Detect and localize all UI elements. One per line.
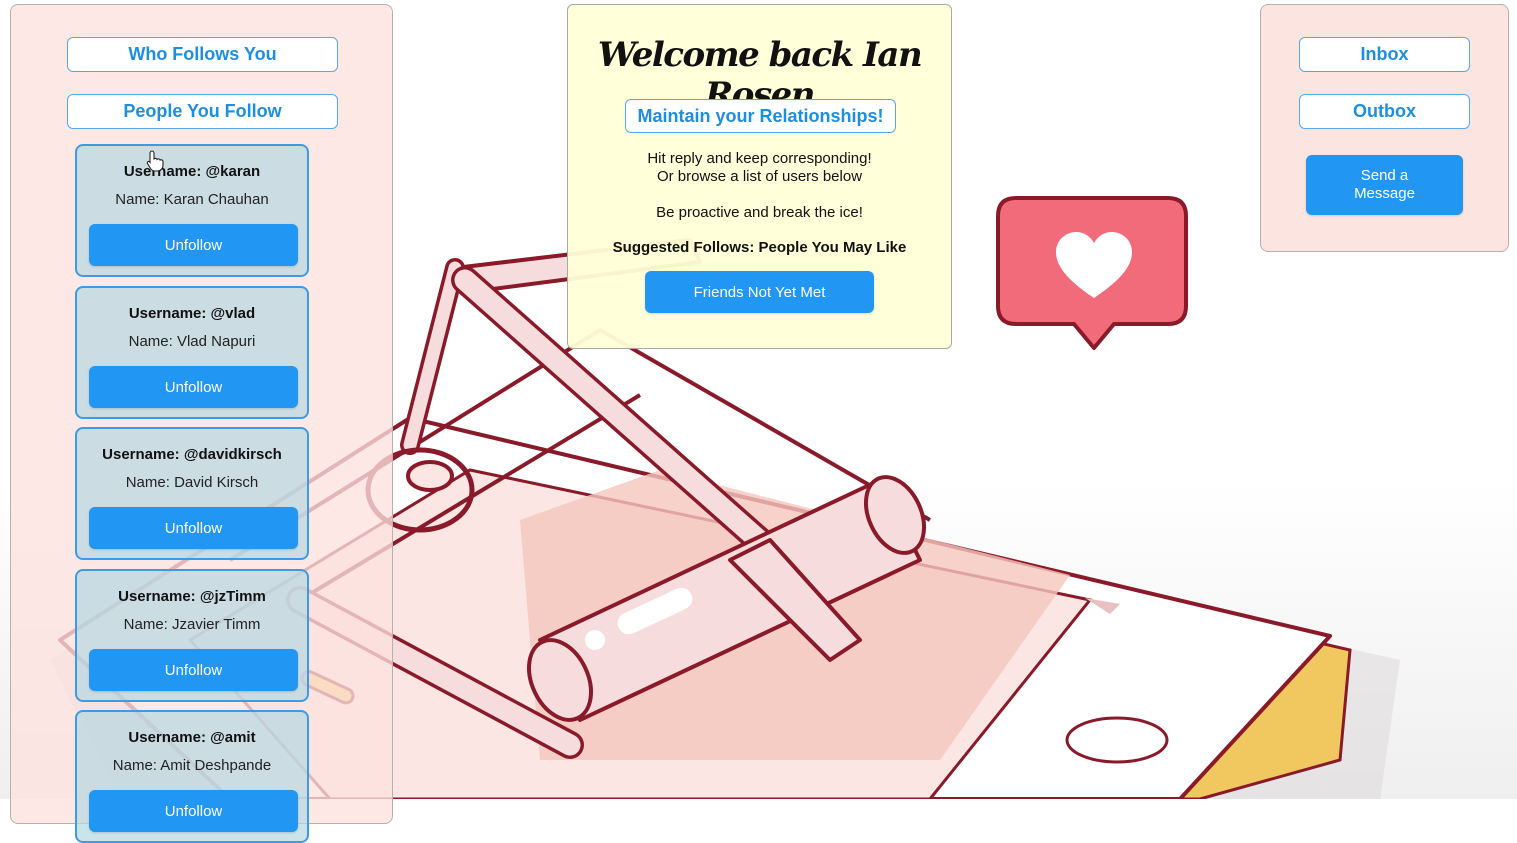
user-card: Username: @vlad Name: Vlad Napuri Unfoll… — [75, 286, 309, 419]
send-message-button[interactable]: Send a Message — [1306, 155, 1463, 215]
info-line: Hit reply and keep corresponding! — [647, 150, 872, 167]
username-label: Username: @jzTimm — [118, 588, 266, 605]
outbox-button[interactable]: Outbox — [1299, 94, 1470, 129]
user-card: Username: @davidkirsch Name: David Kirsc… — [75, 427, 309, 560]
name-label: Name: Vlad Napuri — [128, 333, 256, 350]
unfollow-button[interactable]: Unfollow — [89, 366, 298, 408]
user-card: Username: @jzTimm Name: Jzavier Timm Unf… — [75, 569, 309, 702]
send-message-label-line1: Send a — [1360, 167, 1409, 184]
unfollow-button[interactable]: Unfollow — [89, 790, 298, 832]
user-card: Username: @karan Name: Karan Chauhan Unf… — [75, 144, 309, 277]
name-label: Name: Amit Deshpande — [112, 757, 272, 774]
friends-not-yet-met-button[interactable]: Friends Not Yet Met — [645, 271, 874, 313]
hand-pointer-cursor — [146, 150, 164, 172]
info-line: Or browse a list of users below — [656, 168, 863, 185]
user-card: Username: @amit Name: Amit Deshpande Unf… — [75, 710, 309, 843]
inbox-button[interactable]: Inbox — [1299, 37, 1470, 72]
who-follows-you-button[interactable]: Who Follows You — [67, 37, 338, 72]
username-label: Username: @vlad — [128, 305, 256, 322]
maintain-relationships-button[interactable]: Maintain your Relationships! — [625, 99, 896, 133]
username-label: Username: @amit — [128, 729, 256, 746]
unfollow-button[interactable]: Unfollow — [89, 649, 298, 691]
welcome-panel: Welcome back Ian Rosen Maintain your Rel… — [567, 4, 952, 349]
name-label: Name: David Kirsch — [125, 474, 259, 491]
heart-speech-bubble-icon — [996, 196, 1188, 350]
info-line: Be proactive and break the ice! — [656, 204, 863, 221]
name-label: Name: Karan Chauhan — [115, 191, 269, 208]
name-label: Name: Jzavier Timm — [123, 616, 261, 633]
username-label: Username: @davidkirsch — [102, 446, 282, 463]
unfollow-button[interactable]: Unfollow — [89, 507, 298, 549]
messages-panel: Inbox Outbox Send a Message — [1260, 4, 1509, 252]
suggested-follows-label: Suggested Follows: People You May Like — [612, 239, 907, 256]
username-label: Username: @karan — [123, 163, 261, 180]
unfollow-button[interactable]: Unfollow — [89, 224, 298, 266]
send-message-label-line2: Message — [1354, 185, 1415, 202]
people-you-follow-button[interactable]: People You Follow — [67, 94, 338, 129]
following-panel: Who Follows You People You Follow Userna… — [10, 4, 393, 843]
